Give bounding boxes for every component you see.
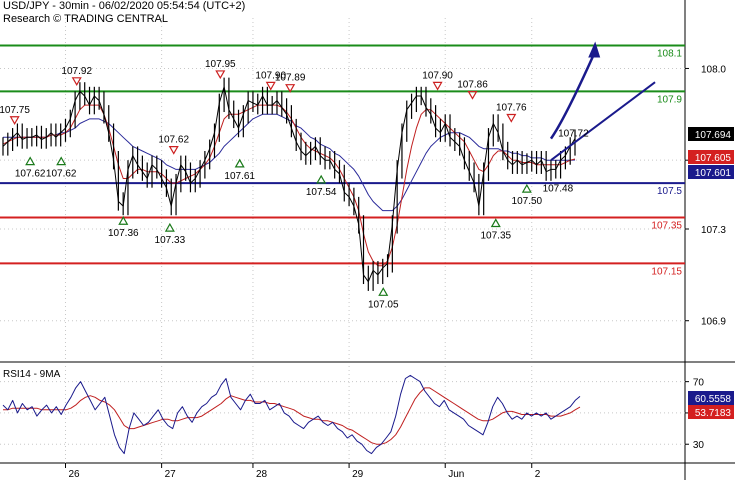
level-label: 107.5 — [657, 186, 682, 197]
level-label: 107.9 — [657, 94, 682, 105]
level-label: 107.35 — [651, 221, 682, 232]
peak-label: 107.75 — [0, 105, 30, 116]
value-label: 107.72 — [558, 129, 589, 140]
level-label: 108.1 — [657, 49, 682, 60]
y-tick-label: 106.9 — [701, 317, 726, 328]
peak-label: 107.89 — [275, 73, 306, 84]
y-tick-label: 107.3 — [701, 225, 726, 236]
x-tick-label: 27 — [165, 469, 177, 480]
x-tick-label: 26 — [68, 469, 80, 480]
rsi-tags-group: 60.5558 53.7183 — [688, 391, 734, 419]
chart-canvas: 108.1 107.9 107.5 107.35 107.15 107.75 107.62… — [0, 0, 735, 480]
chart-subtitle: Research © TRADING CENTRAL — [3, 13, 168, 25]
trough-label: 107.50 — [512, 196, 543, 207]
peak-label: 107.95 — [205, 59, 236, 70]
trough-label: 107.33 — [155, 235, 186, 246]
trough-label: 107.62 — [15, 169, 46, 180]
peak-label: 107.62 — [158, 135, 189, 146]
trough-label: 107.54 — [306, 187, 337, 198]
trough-label: 107.35 — [480, 231, 511, 242]
rsi-tick-label: 30 — [693, 440, 705, 451]
price-tags-group: 107.694 107.605 107.601 — [688, 127, 734, 179]
x-tick-label: 29 — [352, 469, 364, 480]
trough-label: 107.62 — [46, 169, 77, 180]
trough-label: 107.05 — [368, 299, 399, 310]
trough-label: 107.61 — [224, 171, 255, 182]
rsi-tag-label: 60.5558 — [695, 394, 732, 405]
peak-label: 107.76 — [496, 102, 527, 113]
y-tick-label: 108.0 — [701, 64, 726, 75]
peak-label: 107.92 — [61, 66, 92, 77]
chart-background — [0, 0, 735, 480]
level-label: 107.15 — [651, 266, 682, 277]
rsi-title: RSI14 - 9MA — [3, 369, 61, 380]
trough-label: 107.36 — [108, 228, 139, 239]
rsi-tick-label: 70 — [693, 378, 705, 389]
price-tag-label: 107.601 — [695, 168, 732, 179]
price-tag-label: 107.605 — [695, 153, 732, 164]
x-tick-label: 2 — [535, 469, 541, 480]
x-tick-label: 28 — [256, 469, 268, 480]
rsi-tag-label: 53.7183 — [695, 408, 732, 419]
peak-label: 107.90 — [422, 70, 453, 81]
chart-title: USD/JPY - 30min - 06/02/2020 05:54:54 (U… — [3, 0, 246, 12]
value-label: 107.48 — [543, 184, 574, 195]
peak-label: 107.86 — [457, 80, 488, 91]
price-tag-label: 107.694 — [695, 130, 732, 141]
x-tick-label: Jun — [448, 469, 464, 480]
